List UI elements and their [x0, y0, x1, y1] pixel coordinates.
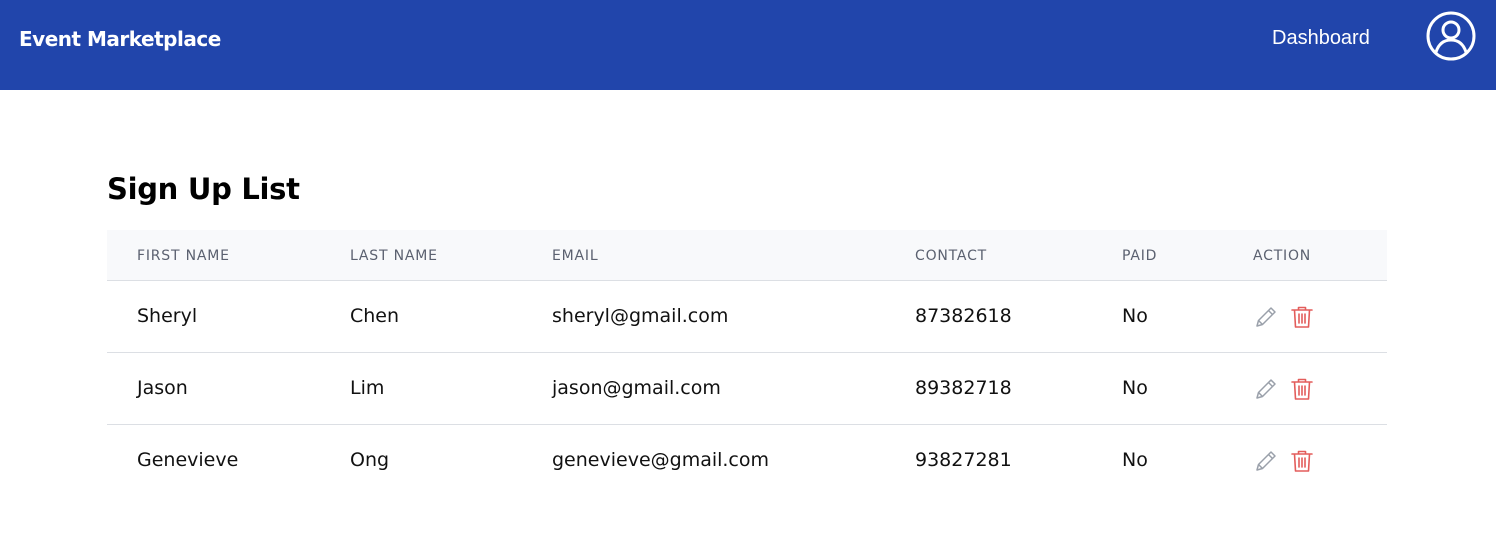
- pencil-icon[interactable]: [1253, 448, 1279, 474]
- user-circle-icon[interactable]: [1426, 11, 1476, 61]
- column-header-first-name: FIRST NAME: [137, 248, 230, 264]
- cell-email: genevieve@gmail.com: [552, 449, 770, 471]
- cell-last-name: Lim: [350, 377, 385, 399]
- cell-paid: No: [1122, 377, 1148, 399]
- row-actions: [1253, 448, 1315, 474]
- table-row: Genevieve Ong genevieve@gmail.com 938272…: [107, 425, 1387, 497]
- table-row: Jason Lim jason@gmail.com 89382718 No: [107, 353, 1387, 425]
- column-header-paid: PAID: [1122, 248, 1158, 264]
- brand-logo[interactable]: Event Marketplace: [19, 27, 221, 51]
- cell-first-name: Sheryl: [137, 305, 198, 327]
- trash-icon[interactable]: [1289, 376, 1315, 402]
- cell-email: sheryl@gmail.com: [552, 305, 729, 327]
- signup-table: FIRST NAME LAST NAME EMAIL CONTACT PAID …: [107, 230, 1387, 497]
- column-header-action: ACTION: [1253, 248, 1312, 264]
- cell-paid: No: [1122, 449, 1148, 471]
- nav-dashboard-link[interactable]: Dashboard: [1272, 27, 1370, 50]
- table-row: Sheryl Chen sheryl@gmail.com 87382618 No: [107, 281, 1387, 353]
- column-header-email: EMAIL: [552, 248, 599, 264]
- trash-icon[interactable]: [1289, 448, 1315, 474]
- column-header-last-name: LAST NAME: [350, 248, 438, 264]
- pencil-icon[interactable]: [1253, 376, 1279, 402]
- page-title: Sign Up List: [107, 172, 300, 206]
- table-header-row: FIRST NAME LAST NAME EMAIL CONTACT PAID …: [107, 230, 1387, 281]
- cell-paid: No: [1122, 305, 1148, 327]
- row-actions: [1253, 376, 1315, 402]
- cell-contact: 93827281: [915, 449, 1012, 471]
- cell-contact: 87382618: [915, 305, 1012, 327]
- pencil-icon[interactable]: [1253, 304, 1279, 330]
- trash-icon[interactable]: [1289, 304, 1315, 330]
- cell-last-name: Chen: [350, 305, 400, 327]
- cell-contact: 89382718: [915, 377, 1012, 399]
- cell-first-name: Jason: [137, 377, 188, 399]
- cell-last-name: Ong: [350, 449, 390, 471]
- top-navbar: Event Marketplace Dashboard: [0, 0, 1496, 90]
- column-header-contact: CONTACT: [915, 248, 987, 264]
- cell-first-name: Genevieve: [137, 449, 239, 471]
- row-actions: [1253, 304, 1315, 330]
- cell-email: jason@gmail.com: [552, 377, 721, 399]
